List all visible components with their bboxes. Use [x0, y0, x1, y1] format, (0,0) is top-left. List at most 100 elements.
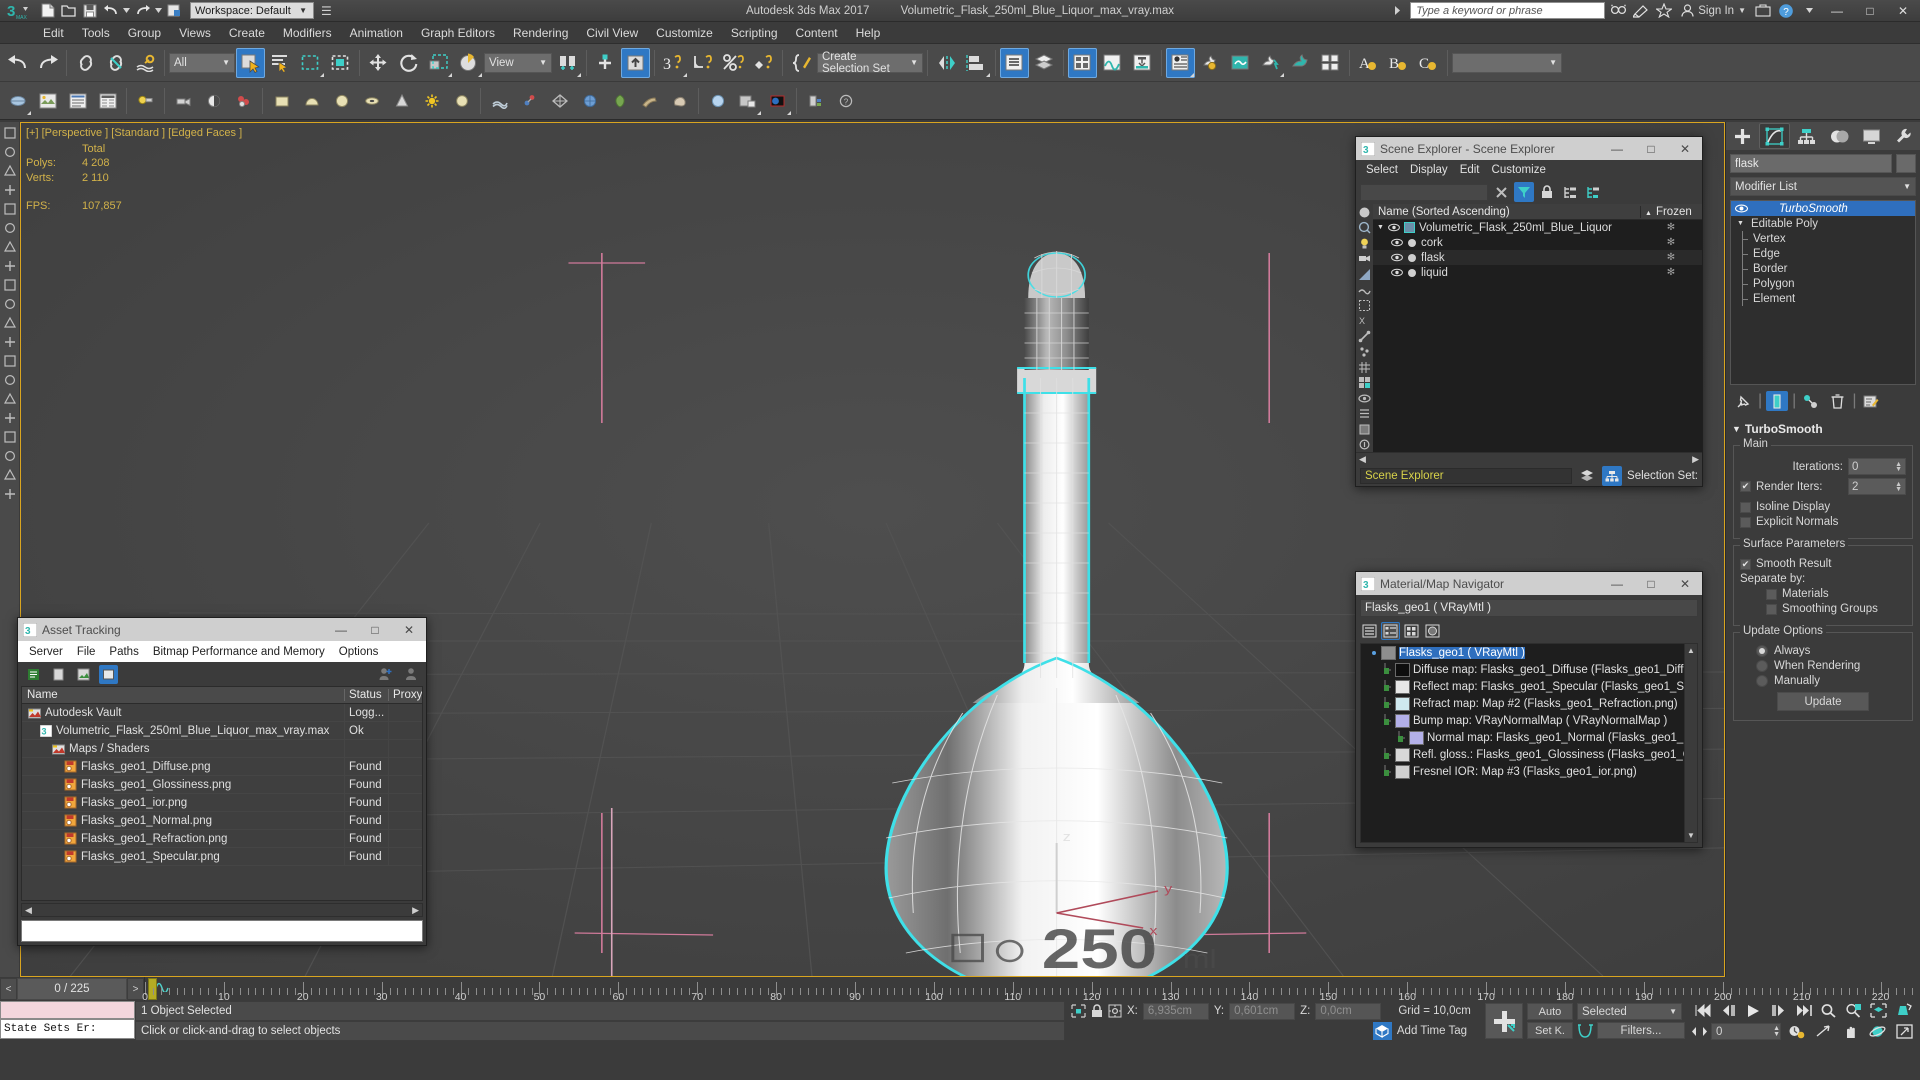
select-by-name-icon[interactable] [266, 48, 295, 78]
visibility-eye-icon[interactable] [1391, 238, 1403, 247]
foliage-icon[interactable] [605, 86, 634, 116]
selection-filter-dropdown[interactable]: All ▼ [169, 52, 235, 73]
redo-dropdown-icon[interactable] [154, 2, 163, 20]
smooth-result-checkbox[interactable] [1740, 558, 1751, 570]
column-proxy[interactable]: Proxy [388, 689, 422, 701]
snaps-toggle-3d-icon[interactable]: 3 [659, 48, 688, 78]
layer-icon[interactable] [1, 257, 19, 275]
named-selection-set-dropdown[interactable]: Create Selection Set ▼ [817, 51, 923, 75]
column-status[interactable]: Status [344, 689, 388, 701]
percent-snap-toggle-icon[interactable] [719, 48, 748, 78]
remove-modifier-icon[interactable] [1826, 391, 1848, 411]
frozen-cell-icon[interactable]: ✻ [1640, 252, 1702, 263]
maximize-viewport-toggle-icon[interactable] [1892, 1022, 1916, 1041]
grid-icon[interactable] [1, 276, 19, 294]
visibility-eye-icon[interactable] [1391, 268, 1403, 277]
undo-tool-icon[interactable] [3, 48, 32, 78]
asset-path-input[interactable] [21, 920, 423, 942]
map-swatch[interactable] [1395, 747, 1410, 762]
select-and-manipulate-icon[interactable] [591, 48, 620, 78]
filter-selected-icon[interactable] [1357, 422, 1372, 437]
scene-explorer-menu-select[interactable]: Select [1360, 162, 1404, 178]
map-swatch[interactable] [1395, 662, 1410, 677]
window-close-button[interactable]: ✕ [1888, 0, 1918, 22]
maxscript-mini-listener-white[interactable]: State Sets Er: [0, 1019, 135, 1039]
menu-scripting[interactable]: Scripting [722, 24, 787, 42]
undo-dropdown-icon[interactable] [122, 2, 131, 20]
minimize-button[interactable]: — [1600, 137, 1634, 160]
vray-help-icon[interactable]: ? [831, 86, 860, 116]
modifier-stack-item[interactable]: Border [1731, 261, 1915, 276]
angle-snap-toggle-icon[interactable] [689, 48, 718, 78]
z-coordinate-field[interactable]: 0,0cm [1315, 1002, 1382, 1020]
modifier-eye-icon[interactable] [1733, 204, 1752, 213]
element-icon[interactable] [1, 485, 19, 503]
orbit-icon[interactable] [1865, 1022, 1889, 1041]
bind-to-space-warp-icon[interactable] [131, 48, 160, 78]
select-object-icon[interactable] [236, 47, 265, 78]
map-swatch[interactable] [1395, 764, 1410, 779]
select-and-place-icon[interactable] [454, 48, 483, 78]
scene-explorer-titlebar[interactable]: 3 Scene Explorer - Scene Explorer — □ ✕ [1356, 137, 1702, 160]
hair-and-fur-icon[interactable] [485, 86, 514, 116]
sign-in-button[interactable]: Sign In ▼ [1677, 4, 1750, 17]
create-star-icon[interactable] [417, 86, 446, 116]
show-dependencies-icon[interactable] [99, 664, 118, 684]
key-filter-mode-dropdown[interactable]: Selected ▼ [1577, 1003, 1682, 1020]
menu-content[interactable]: Content [787, 24, 847, 42]
material-tree-row[interactable]: Diffuse map: Flasks_geo1_Diffuse (Flasks… [1361, 661, 1697, 678]
add-icon[interactable] [1, 124, 19, 142]
scene-explorer-tag[interactable]: Scene Explorer [1360, 468, 1573, 484]
asset-tracking-row[interactable]: Maps / Shaders [22, 739, 422, 758]
map-swatch[interactable] [1395, 713, 1410, 728]
key-filters-button[interactable]: Filters... [1597, 1022, 1685, 1039]
isoline-display-checkbox[interactable] [1740, 501, 1751, 513]
undo-icon[interactable] [101, 2, 120, 20]
minimize-button[interactable]: — [324, 618, 358, 641]
scroll-down-icon[interactable]: ▼ [1685, 829, 1697, 842]
rectangular-selection-region-icon[interactable] [296, 48, 325, 78]
infocenter-expand-icon[interactable] [1387, 2, 1407, 20]
set-key-button[interactable]: Set K. [1527, 1022, 1573, 1039]
scroll-right-icon[interactable]: ▶ [1692, 454, 1699, 465]
render-in-cloud-icon[interactable] [1316, 48, 1345, 78]
frozen-cell-icon[interactable]: ✻ [1640, 237, 1702, 248]
redo-icon[interactable] [133, 2, 152, 20]
create-geosphere-icon[interactable] [327, 86, 356, 116]
set-key-big-button[interactable] [1485, 1003, 1523, 1039]
material-tree-row[interactable]: Refract map: Map #2 (Flasks_geo1_Refract… [1361, 695, 1697, 712]
new-file-icon[interactable] [38, 2, 57, 20]
time-configuration-icon[interactable] [1784, 1022, 1808, 1041]
update-option-radio[interactable] [1756, 660, 1768, 672]
space-warp-icon[interactable] [545, 86, 574, 116]
expand-triangle-icon[interactable]: ▼ [1377, 224, 1384, 231]
pan-view-icon[interactable] [1838, 1022, 1862, 1041]
goto-end-icon[interactable] [1791, 1001, 1815, 1020]
create-box-icon[interactable] [267, 86, 296, 116]
autodesk-app-store-icon[interactable] [1753, 2, 1773, 20]
search-icon[interactable] [1608, 2, 1628, 20]
show-all-assets-icon[interactable] [24, 665, 43, 684]
modifier-stack-item[interactable]: Vertex [1731, 231, 1915, 246]
smoothing-groups-checkbox[interactable] [1766, 603, 1777, 615]
edge-icon[interactable] [1, 447, 19, 465]
column-frozen[interactable]: ▲ Frozen [1640, 205, 1702, 218]
view-list-icons-icon[interactable] [1381, 622, 1400, 640]
menu-civil-view[interactable]: Civil View [577, 24, 647, 42]
scene-explorer-list[interactable]: Name (Sorted Ascending) ▲ Frozen ▼ Volumet… [1373, 204, 1702, 452]
modifier-stack-item[interactable]: Element [1731, 291, 1915, 306]
unlink-selection-icon[interactable] [101, 48, 130, 78]
create-cone-icon[interactable] [387, 86, 416, 116]
visibility-eye-icon[interactable] [1391, 253, 1403, 262]
redo-tool-icon[interactable] [33, 48, 62, 78]
particle-system-icon[interactable] [515, 86, 544, 116]
timeline-ruler[interactable]: 0 10 20 30 40 50 60 70 80 90 100 110 120 130 140 150 160… [142, 977, 1920, 1003]
collapse-all-icon[interactable] [1583, 182, 1603, 202]
material-tree-row[interactable]: Normal map: Flasks_geo1_Normal (Flasks_g… [1361, 729, 1697, 746]
close-button[interactable]: ✕ [392, 618, 426, 641]
poly-icon[interactable] [1, 409, 19, 427]
tab-display[interactable] [1856, 123, 1887, 149]
use-pivot-point-center-icon[interactable] [553, 48, 582, 78]
project-c-icon[interactable]: C [1414, 48, 1443, 78]
object-paint-icon[interactable] [3, 86, 32, 116]
